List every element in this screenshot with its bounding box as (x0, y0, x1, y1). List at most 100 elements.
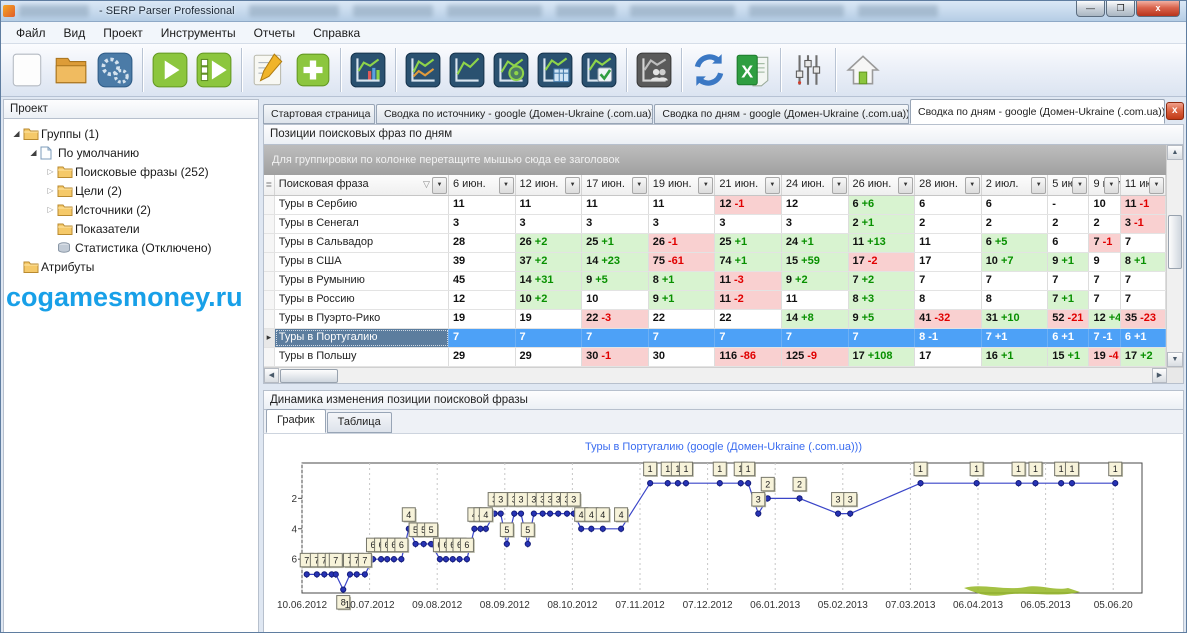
value-cell[interactable]: 3 (649, 215, 716, 233)
value-cell[interactable]: 30 (649, 348, 716, 366)
report-summary-bars-button[interactable] (347, 49, 389, 91)
tree-item-4[interactable]: ▷Цели (2) (4, 181, 258, 200)
value-cell[interactable]: 11 (449, 196, 516, 214)
value-cell[interactable]: 3 (715, 215, 782, 233)
menu-reports[interactable]: Отчеты (245, 24, 304, 42)
new-project-button[interactable] (6, 49, 48, 91)
value-cell[interactable]: 9+5 (849, 310, 916, 328)
table-row[interactable]: Туры в Польшу292930-130116-86125-917+108… (264, 348, 1166, 367)
value-cell[interactable]: 19 (516, 310, 583, 328)
phrase-cell[interactable]: Туры в Россию (275, 291, 449, 309)
value-cell[interactable]: 26+2 (516, 234, 583, 252)
value-cell[interactable]: 9+2 (782, 272, 849, 290)
column-dropdown-button[interactable]: ▼ (898, 177, 913, 194)
tree-expander-icon[interactable]: ▷ (44, 186, 57, 195)
value-cell[interactable]: 17 (915, 348, 982, 366)
value-cell[interactable]: 25+1 (582, 234, 649, 252)
value-cell[interactable]: 7 (582, 329, 649, 347)
value-cell[interactable]: 7 (1089, 272, 1120, 290)
value-cell[interactable]: 2+1 (849, 215, 916, 233)
value-cell[interactable]: 14+31 (516, 272, 583, 290)
value-cell[interactable]: 35-23 (1121, 310, 1166, 328)
value-cell[interactable]: 7 (649, 329, 716, 347)
value-cell[interactable]: 8+3 (849, 291, 916, 309)
menu-view[interactable]: Вид (55, 24, 95, 42)
value-cell[interactable]: 7-1 (1089, 234, 1120, 252)
value-cell[interactable]: 11-1 (1121, 196, 1166, 214)
value-cell[interactable]: 39 (449, 253, 516, 271)
column-dropdown-button[interactable]: ▼ (965, 177, 980, 194)
column-header-12июн[interactable]: 12 июн.▼ (516, 175, 583, 195)
refresh-button[interactable] (688, 49, 730, 91)
value-cell[interactable]: 22 (715, 310, 782, 328)
tree-expander-icon[interactable]: ◢ (27, 148, 40, 157)
value-cell[interactable]: 37+2 (516, 253, 583, 271)
edit-project-button[interactable] (248, 49, 290, 91)
report-target-button[interactable] (490, 49, 532, 91)
tree-item-2[interactable]: ◢По умолчанию (4, 143, 258, 162)
tab-days-summary-2[interactable]: Сводка по дням - google (Домен-Ukraine (… (910, 99, 1165, 124)
column-header-5июл[interactable]: 5 июл.▼ (1048, 175, 1089, 195)
value-cell[interactable]: 12+40 (1089, 310, 1120, 328)
tab-chart[interactable]: График (266, 409, 326, 433)
value-cell[interactable]: 6+5 (982, 234, 1049, 252)
value-cell[interactable]: 22 (649, 310, 716, 328)
column-dropdown-button[interactable]: ▼ (565, 177, 580, 194)
tree-item-1[interactable]: ◢Группы (1) (4, 124, 258, 143)
value-cell[interactable]: 7-1 (1089, 329, 1120, 347)
menu-help[interactable]: Справка (304, 24, 369, 42)
value-cell[interactable]: 19-4 (1089, 348, 1120, 366)
value-cell[interactable]: 10 (1089, 196, 1120, 214)
table-row[interactable]: Туры в Россию1210+2109+111-2118+3887+177 (264, 291, 1166, 310)
value-cell[interactable]: 2 (1089, 215, 1120, 233)
value-cell[interactable]: 17 (915, 253, 982, 271)
title-bar[interactable]: - SERP Parser Professional — ❐ x (1, 1, 1186, 22)
column-dropdown-button[interactable]: ▼ (832, 177, 847, 194)
tree-item-3[interactable]: ▷Поисковые фразы (252) (4, 162, 258, 181)
value-cell[interactable]: 8 (915, 291, 982, 309)
report-days-table-button[interactable] (534, 49, 576, 91)
value-cell[interactable]: 9+1 (1048, 253, 1089, 271)
value-cell[interactable]: 9+1 (649, 291, 716, 309)
value-cell[interactable]: 14+23 (582, 253, 649, 271)
value-cell[interactable]: 6 (1048, 234, 1089, 252)
column-dropdown-button[interactable]: ▼ (1149, 177, 1164, 194)
vertical-scroll-thumb[interactable] (1168, 215, 1182, 269)
project-settings-button[interactable] (94, 49, 136, 91)
column-dropdown-button[interactable]: ▼ (1031, 177, 1046, 194)
value-cell[interactable]: 7 (449, 329, 516, 347)
column-dropdown-button[interactable]: ▼ (432, 177, 447, 194)
group-by-bar[interactable]: Для группировки по колонке перетащите мы… (264, 145, 1166, 175)
value-cell[interactable]: 8-1 (915, 329, 982, 347)
value-cell[interactable]: 7+1 (982, 329, 1049, 347)
column-header-19июн[interactable]: 19 июн.▼ (649, 175, 716, 195)
value-cell[interactable]: 11 (582, 196, 649, 214)
phrase-cell[interactable]: Туры в США (275, 253, 449, 271)
report-check-button[interactable] (578, 49, 620, 91)
phrase-cell[interactable]: Туры в Польшу (275, 348, 449, 366)
column-dropdown-button[interactable]: ▼ (632, 177, 647, 194)
tree-item-8[interactable]: Атрибуты (4, 257, 258, 276)
column-dropdown-button[interactable]: ▼ (1072, 177, 1087, 194)
tab-source-summary[interactable]: Сводка по источнику - google (Домен-Ukra… (376, 104, 653, 124)
vertical-scrollbar[interactable]: ▲ ▼ (1166, 145, 1183, 367)
scroll-up-button[interactable]: ▲ (1167, 145, 1183, 160)
scroll-down-button[interactable]: ▼ (1167, 352, 1183, 367)
value-cell[interactable]: 11 (649, 196, 716, 214)
menu-file[interactable]: Файл (7, 24, 55, 42)
value-cell[interactable]: 11 (516, 196, 583, 214)
value-cell[interactable]: 12 (782, 196, 849, 214)
value-cell[interactable]: 7 (715, 329, 782, 347)
minimize-button[interactable]: — (1076, 1, 1105, 17)
run-parsing-button[interactable] (149, 49, 191, 91)
value-cell[interactable]: 22-3 (582, 310, 649, 328)
open-project-button[interactable] (50, 49, 92, 91)
value-cell[interactable]: 7+2 (849, 272, 916, 290)
report-two-lines-button[interactable] (402, 49, 444, 91)
value-cell[interactable]: 3 (449, 215, 516, 233)
phrase-cell[interactable]: Туры в Пуэрто-Рико (275, 310, 449, 328)
column-header-11июл[interactable]: 11 июл.▼ (1121, 175, 1166, 195)
tree-expander-icon[interactable]: ◢ (10, 129, 23, 138)
value-cell[interactable]: 10+7 (982, 253, 1049, 271)
value-cell[interactable]: 29 (516, 348, 583, 366)
